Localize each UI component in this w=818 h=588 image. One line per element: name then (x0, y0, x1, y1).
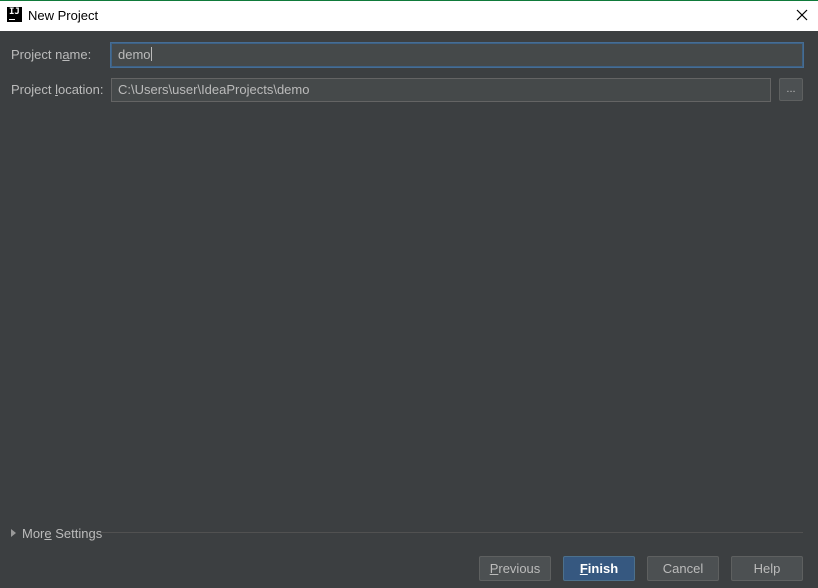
intellij-app-icon: IJ (7, 7, 22, 22)
project-location-input[interactable]: C:\Users\user\IdeaProjects\demo (111, 78, 771, 102)
app-icon-bar (9, 19, 15, 20)
help-button[interactable]: Help (731, 556, 803, 581)
app-icon-glyph: IJ (9, 7, 20, 17)
project-name-label-part2: me: (69, 47, 92, 62)
more-settings-label: More Settings (22, 526, 102, 542)
triangle-right-icon (11, 529, 16, 537)
project-name-input[interactable]: demo (111, 43, 803, 67)
project-location-value: C:\Users\user\IdeaProjects\demo (118, 82, 310, 97)
project-location-label-part2: ocation: (57, 82, 104, 97)
more-settings-label-part2: Settings (51, 526, 103, 541)
more-settings-separator (101, 532, 803, 533)
project-location-label: Project location: (11, 82, 104, 98)
finish-mnemonic: F (579, 561, 588, 576)
cancel-button[interactable]: Cancel (647, 556, 719, 581)
project-location-label-part1: Project (11, 82, 56, 97)
text-caret (150, 47, 152, 61)
title-bar[interactable]: IJ New Project (0, 1, 818, 31)
project-name-value: demo (118, 47, 151, 62)
previous-label: revious (498, 561, 541, 576)
window-title: New Project (28, 8, 99, 23)
project-name-label-part1: Project n (11, 47, 63, 62)
new-project-dialog: IJ New Project Project name: demo Projec… (0, 0, 818, 588)
more-settings-label-part1: Mor (22, 526, 45, 541)
previous-button[interactable]: Previous (479, 556, 551, 581)
more-settings-label-mnemonic: e (44, 526, 52, 541)
finish-label: inish (587, 561, 619, 576)
finish-button[interactable]: Finish (563, 556, 635, 581)
project-name-label-mnemonic: a (62, 47, 70, 62)
browse-button[interactable]: ... (779, 78, 803, 101)
close-button[interactable] (786, 1, 818, 30)
project-name-label: Project name: (11, 47, 91, 63)
close-icon (796, 9, 808, 21)
